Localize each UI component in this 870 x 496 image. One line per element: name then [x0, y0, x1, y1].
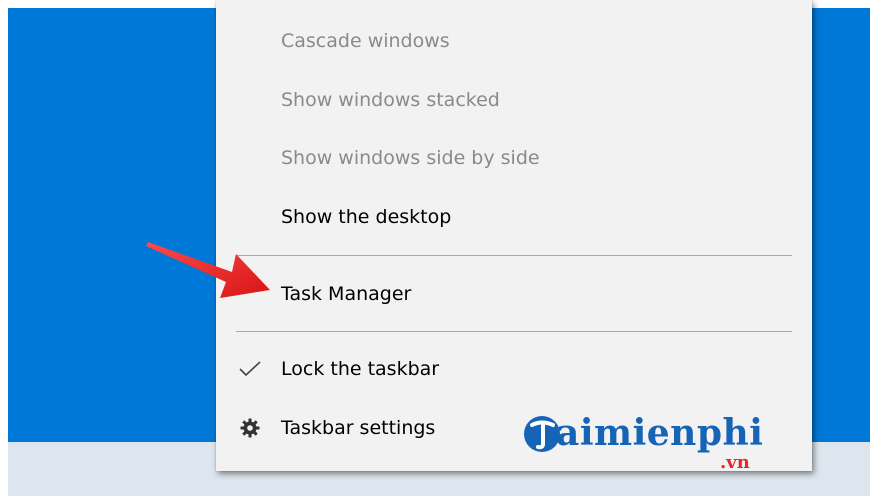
menu-item-show-windows-side-by-side[interactable]: Show windows side by side	[216, 136, 812, 180]
logo-brand-text: aimienphi	[556, 412, 764, 454]
menu-item-label: Show the desktop	[281, 206, 452, 228]
menu-item-label: Task Manager	[281, 283, 412, 305]
menu-item-label: Show windows stacked	[281, 89, 500, 111]
menu-item-lock-the-taskbar[interactable]: Lock the taskbar	[216, 347, 812, 391]
menu-item-label: Show windows side by side	[281, 147, 540, 169]
menu-separator	[236, 255, 792, 256]
menu-item-cascade-windows[interactable]: Cascade windows	[216, 19, 812, 63]
taimienphi-logo: aimienphi .vn	[522, 412, 772, 474]
gear-icon	[238, 416, 262, 440]
menu-item-label: Lock the taskbar	[281, 358, 440, 380]
menu-item-task-manager[interactable]: Task Manager	[216, 272, 812, 316]
checkmark-icon	[238, 357, 262, 381]
menu-item-label: Cascade windows	[281, 30, 450, 52]
menu-item-label: Taskbar settings	[281, 417, 436, 439]
red-arrow-pointer	[146, 242, 270, 298]
taskbar-context-menu: Cascade windows Show windows stacked Sho…	[216, 0, 812, 471]
menu-item-show-windows-stacked[interactable]: Show windows stacked	[216, 78, 812, 122]
logo-tld-text: .vn	[720, 452, 750, 473]
menu-separator	[236, 331, 792, 332]
menu-item-show-the-desktop[interactable]: Show the desktop	[216, 195, 812, 239]
